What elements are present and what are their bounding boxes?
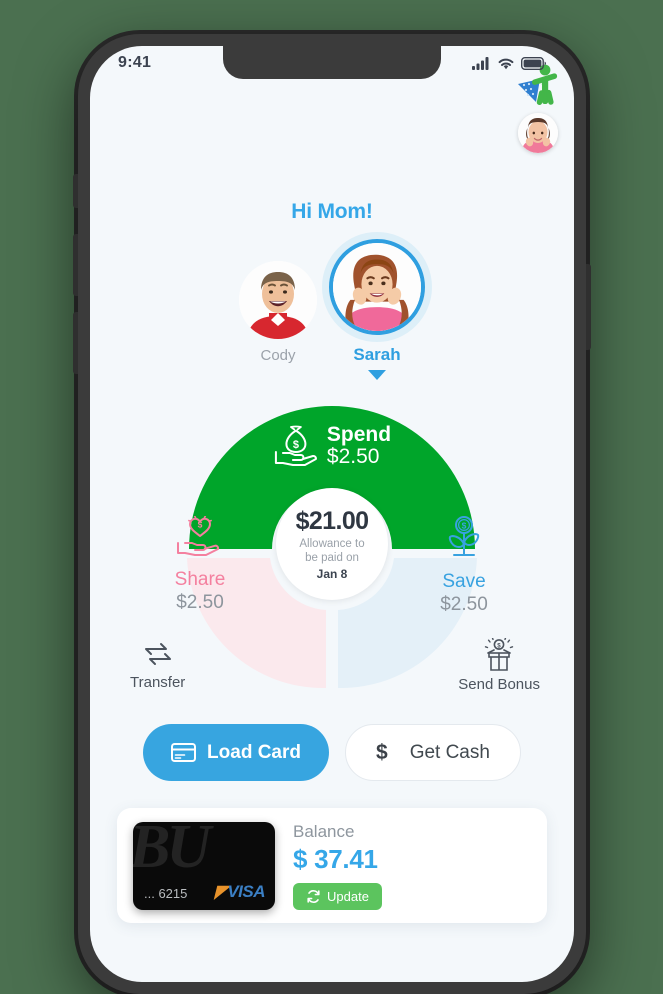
dollar-sign-icon: $	[376, 740, 388, 764]
balance-amount: $ 37.41	[293, 843, 378, 874]
kid-avatar-cody	[239, 261, 317, 339]
cellular-signal-icon	[472, 56, 489, 70]
phone-notch	[223, 46, 441, 79]
transfer-action[interactable]: Transfer	[130, 638, 185, 691]
kid-item-cody[interactable]: Cody	[239, 239, 317, 364]
battery-icon	[521, 56, 546, 70]
bucket-label-save: $ Save $2.50	[410, 516, 518, 616]
kid-item-sarah[interactable]: Sarah	[329, 239, 425, 380]
update-label: Update	[327, 888, 369, 904]
update-balance-button[interactable]: Update	[293, 882, 382, 910]
card-last4: ... 6215	[144, 885, 188, 901]
get-cash-label: Get Cash	[409, 741, 490, 763]
allowance-donut-chart: $ Spend $2.50 $ Share $2.50 $ Save $2.50…	[90, 398, 574, 693]
allowance-caption-line1: Allowance to	[299, 538, 365, 551]
balance-label: Balance	[293, 821, 355, 841]
chevron-down-icon[interactable]	[368, 370, 386, 380]
visa-logo-text: VISA	[227, 881, 265, 901]
kid-avatar-sarah-photo	[333, 243, 421, 331]
bucket-name-spend: Spend	[326, 423, 392, 446]
bucket-label-share: $ Share $2.50	[146, 515, 254, 614]
allowance-caption-line2: be paid on	[305, 552, 359, 564]
bucket-label-spend: $ Spend $2.50	[273, 423, 392, 469]
parent-avatar[interactable]	[518, 113, 558, 153]
bucket-amount-save: $2.50	[440, 594, 488, 615]
refresh-icon	[307, 889, 320, 903]
kids-selector: Cody Sarah	[90, 239, 574, 380]
card-artwork: BU	[133, 821, 211, 881]
svg-text:$: $	[497, 643, 501, 650]
send-bonus-action[interactable]: $ Send Bonus	[458, 638, 540, 693]
parent-avatar-photo	[518, 113, 558, 153]
svg-text:$: $	[462, 521, 467, 531]
cta-row: Load Card $ Get Cash	[90, 724, 574, 781]
phone-frame: 9:41 $ Hi Mom! Cody Sarah $ Spend $2.50 …	[73, 34, 591, 994]
bucket-name-share: Share	[174, 569, 226, 590]
kid-avatar-sarah	[329, 239, 425, 335]
allowance-amount: $21.00	[295, 507, 369, 536]
bucket-amount-share: $2.50	[176, 592, 224, 613]
phone-screen: 9:41 $ Hi Mom! Cody Sarah $ Spend $2.50 …	[90, 46, 574, 982]
visa-card[interactable]: BU ... 6215 ◤VISA	[133, 821, 275, 910]
bucket-amount-spend: $2.50	[326, 445, 380, 469]
money-bag-in-hand-icon: $	[274, 425, 317, 467]
kid-name-sarah: Sarah	[353, 345, 401, 364]
page-title: Hi Mom!	[291, 200, 373, 223]
allowance-caption: Allowance to be paid on	[299, 538, 364, 565]
status-icons	[472, 56, 546, 70]
gift-bonus-icon: $	[484, 638, 514, 671]
allowance-center[interactable]: $21.00 Allowance to be paid on Jan 8	[276, 488, 388, 600]
get-cash-button[interactable]: $ Get Cash	[345, 724, 521, 781]
volume-down-button[interactable]	[73, 312, 78, 374]
visa-logo: ◤VISA	[214, 881, 266, 901]
kid-name-cody: Cody	[260, 347, 296, 364]
kid-avatar-cody-photo	[239, 261, 317, 339]
load-card-label: Load Card	[207, 741, 301, 763]
credit-card-icon	[171, 743, 197, 762]
transfer-arrows-icon	[144, 643, 171, 665]
svg-text:$: $	[293, 439, 299, 451]
balance-info: Balance $ 37.41 Update	[293, 822, 382, 910]
svg-text:$: $	[198, 520, 203, 530]
bucket-name-save: Save	[442, 571, 486, 592]
transfer-label: Transfer	[130, 674, 186, 691]
status-time: 9:41	[118, 54, 152, 71]
wifi-icon	[498, 58, 514, 69]
heart-in-hand-icon: $	[177, 515, 220, 556]
send-bonus-label: Send Bonus	[458, 676, 540, 693]
money-plant-icon: $	[448, 516, 480, 556]
load-card-button[interactable]: Load Card	[143, 724, 329, 781]
power-button[interactable]	[586, 264, 591, 350]
balance-panel: BU ... 6215 ◤VISA Balance $ 37.41 Update	[117, 808, 547, 923]
allowance-date: Jan 8	[316, 566, 348, 581]
